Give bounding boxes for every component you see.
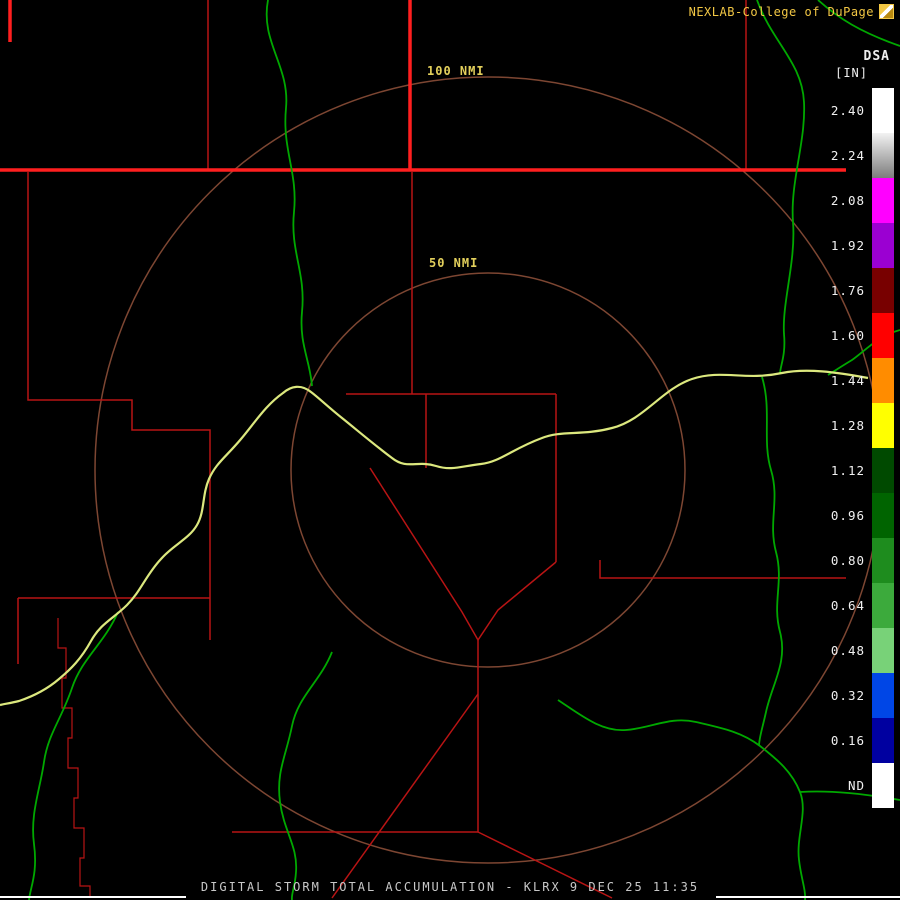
colorbar-value-label: 2.24 xyxy=(830,148,865,163)
highlighted-river-line xyxy=(0,369,869,707)
colorbar-value-label: 0.80 xyxy=(830,553,865,568)
colorbar-value-label: 1.60 xyxy=(830,328,865,343)
brand-text: NEXLAB-College of DuPage xyxy=(688,5,874,19)
colorbar-swatch xyxy=(872,268,894,313)
colorbar-level: 0.96 xyxy=(811,493,894,538)
county-border-line xyxy=(599,560,846,579)
colorbar-swatch xyxy=(872,223,894,268)
colorbar-swatch xyxy=(872,538,894,583)
radar-display: 100 NMI 50 NMI NEXLAB-College of DuPage … xyxy=(0,0,900,900)
colorbar-level: 0.80 xyxy=(811,538,894,583)
colorbar-value-label: 1.44 xyxy=(830,373,865,388)
river-line xyxy=(557,699,807,900)
colorbar-swatch xyxy=(872,403,894,448)
county-border-line xyxy=(477,561,557,641)
colorbar-level: 1.76 xyxy=(811,268,894,313)
cod-logo-icon xyxy=(879,4,894,19)
product-title: DIGITAL STORM TOTAL ACCUMULATION - KLRX … xyxy=(200,880,700,894)
colorbar-value-label: 1.76 xyxy=(830,283,865,298)
units-label: [IN] xyxy=(835,66,868,80)
colorbar-value-label: ND xyxy=(847,778,865,793)
river-line xyxy=(758,376,784,747)
colorbar-swatch xyxy=(872,493,894,538)
county-borders xyxy=(17,0,846,899)
county-border-line xyxy=(369,467,479,641)
colorbar-level: 2.40 xyxy=(811,88,894,133)
colorbar-value-label: 1.12 xyxy=(830,463,865,478)
river-line xyxy=(278,651,333,900)
colorbar-value-label: 0.32 xyxy=(830,688,865,703)
colorbar-level: 0.32 xyxy=(811,673,894,718)
colorbar-level: ND xyxy=(811,763,894,808)
range-ring-50 xyxy=(290,272,686,668)
colorbar-level: 2.08 xyxy=(811,178,894,223)
colorbar-level: 0.16 xyxy=(811,718,894,763)
colorbar-swatch xyxy=(872,718,894,763)
county-border-line xyxy=(27,172,211,640)
product-code: DSA xyxy=(863,49,890,64)
river-line xyxy=(28,611,119,900)
colorbar-value-label: 1.28 xyxy=(830,418,865,433)
river-line xyxy=(756,0,806,375)
colorbar-value-label: 0.64 xyxy=(830,598,865,613)
radar-map xyxy=(0,0,900,900)
colorbar-swatch xyxy=(872,133,894,178)
colorbar-level: 2.24 xyxy=(811,133,894,178)
colorbar-level: 0.64 xyxy=(811,583,894,628)
colorbar-level: 1.12 xyxy=(811,448,894,493)
colorbar-swatch xyxy=(872,88,894,133)
colorbar-level: 1.92 xyxy=(811,223,894,268)
colorbar-swatch xyxy=(872,313,894,358)
colorbar-level: 1.28 xyxy=(811,403,894,448)
state-borders xyxy=(0,0,846,172)
river-line xyxy=(265,0,313,387)
range-ring-label-100: 100 NMI xyxy=(427,64,485,78)
colorbar-value-label: 0.16 xyxy=(830,733,865,748)
colorbar-value-label: 2.40 xyxy=(830,103,865,118)
colorbar-value-label: 1.92 xyxy=(830,238,865,253)
colorbar-swatch xyxy=(872,583,894,628)
colorbar-swatch xyxy=(872,763,894,808)
colorbar-level: 1.44 xyxy=(811,358,894,403)
colorbar-value-label: 0.48 xyxy=(830,643,865,658)
colorbar-swatch xyxy=(872,178,894,223)
range-ring-label-50: 50 NMI xyxy=(429,256,479,270)
highlighted-river xyxy=(0,369,869,707)
colorbar-value-label: 0.96 xyxy=(830,508,865,523)
colorbar-level: 1.60 xyxy=(811,313,894,358)
county-border-line xyxy=(331,693,479,899)
rivers xyxy=(28,0,900,900)
colorbar: 2.40 2.24 2.08 1.92 1.76 1.60 1.44 1.28 1.12 0.96… xyxy=(811,88,894,808)
county-border-steps xyxy=(57,618,91,898)
colorbar-value-label: 2.08 xyxy=(830,193,865,208)
colorbar-swatch xyxy=(872,358,894,403)
colorbar-swatch xyxy=(872,673,894,718)
colorbar-level: 0.48 xyxy=(811,628,894,673)
colorbar-swatch xyxy=(872,448,894,493)
colorbar-swatch xyxy=(872,628,894,673)
